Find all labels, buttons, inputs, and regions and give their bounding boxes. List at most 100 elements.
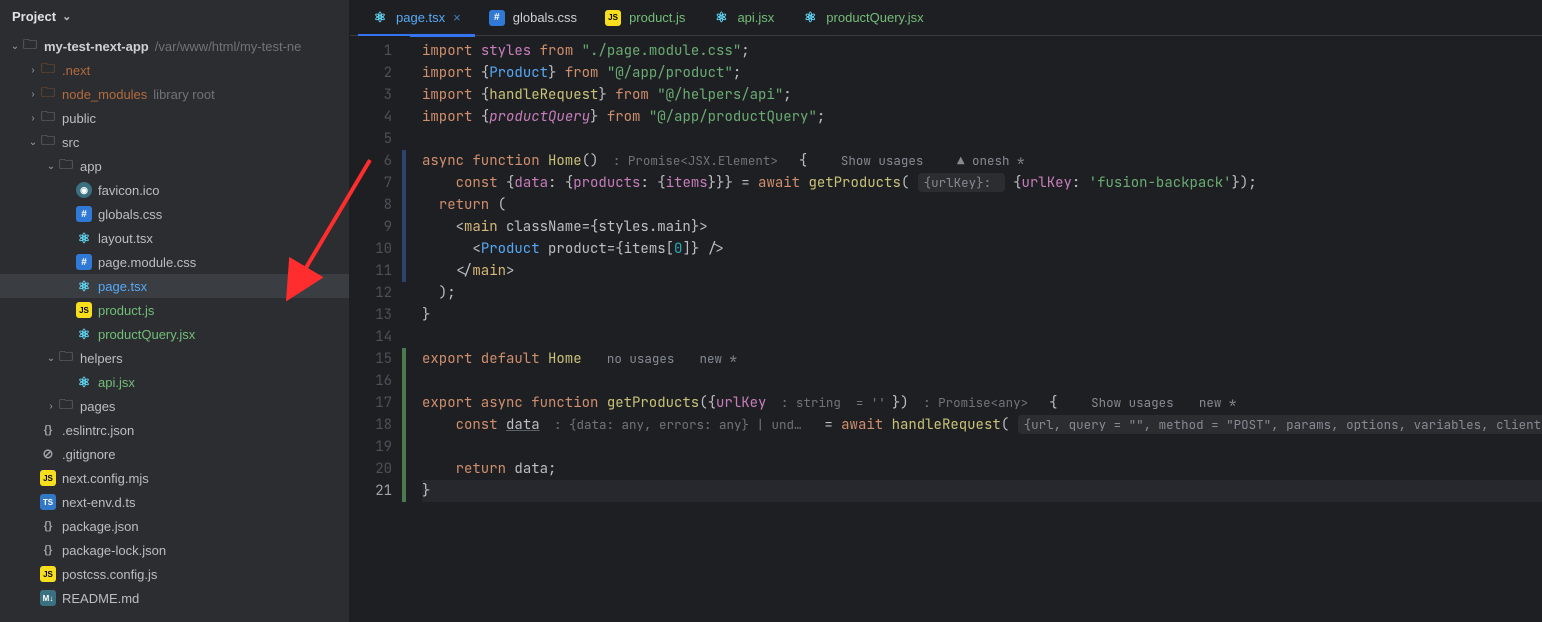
root-path: /var/www/html/my-test-ne <box>155 39 302 54</box>
react-icon <box>76 278 92 294</box>
tree-item-pages[interactable]: pages <box>0 394 349 418</box>
project-panel-header[interactable]: Project ⌄ <box>0 0 349 32</box>
code-line: import {Product} from "@/app/product"; <box>422 62 1542 84</box>
arrow-icon <box>26 89 40 100</box>
tab-label: globals.css <box>513 10 577 25</box>
tree-item-package-json[interactable]: package.json <box>0 514 349 538</box>
tree-item-postcss-config-js[interactable]: postcss.config.js <box>0 562 349 586</box>
folder-ex-icon <box>40 62 56 78</box>
code-line: return ( <box>422 194 1542 216</box>
tab-globals-css[interactable]: globals.css <box>475 0 591 36</box>
file-name: layout.tsx <box>98 231 153 246</box>
tree-item-layout-tsx[interactable]: layout.tsx <box>0 226 349 250</box>
arrow-icon <box>44 161 58 172</box>
tree-item-node_modules[interactable]: node_moduleslibrary root <box>0 82 349 106</box>
code-line: const data : {data: any, errors: any} | … <box>422 414 1542 436</box>
tree-item-README-md[interactable]: README.md <box>0 586 349 610</box>
code-line: async function Home() : Promise<JSX.Elem… <box>422 150 1542 172</box>
tree-hint: library root <box>153 87 214 102</box>
tree-item--eslintrc-json[interactable]: .eslintrc.json <box>0 418 349 442</box>
line-number: 17 <box>350 392 410 414</box>
tree-item-page-tsx[interactable]: page.tsx <box>0 274 349 298</box>
js-icon <box>40 566 56 582</box>
tree-item-next-config-mjs[interactable]: next.config.mjs <box>0 466 349 490</box>
line-number: 16 <box>350 370 410 392</box>
file-tree: my-test-next-app/var/www/html/my-test-ne… <box>0 32 349 622</box>
md-icon <box>40 590 56 606</box>
tree-item-helpers[interactable]: helpers <box>0 346 349 370</box>
file-name: page.tsx <box>98 279 147 294</box>
file-name: .next <box>62 63 90 78</box>
code[interactable]: import styles from "./page.module.css";i… <box>410 36 1542 622</box>
code-line: import {handleRequest} from "@/helpers/a… <box>422 84 1542 106</box>
folder-icon <box>58 398 74 414</box>
code-line: ); <box>422 282 1542 304</box>
file-name: favicon.ico <box>98 183 159 198</box>
chevron-down-icon: ⌄ <box>62 10 71 23</box>
tab-label: api.jsx <box>737 10 774 25</box>
project-panel-title: Project <box>12 9 56 24</box>
code-line <box>422 326 1542 348</box>
line-number: 15 <box>350 348 410 370</box>
json-icon <box>40 518 56 534</box>
tab-label: product.js <box>629 10 685 25</box>
tree-item-product-js[interactable]: product.js <box>0 298 349 322</box>
line-number: 9 <box>350 216 410 238</box>
ico-icon <box>76 182 92 198</box>
code-line <box>422 436 1542 458</box>
tree-item-globals-css[interactable]: globals.css <box>0 202 349 226</box>
react-icon <box>76 230 92 246</box>
tree-item--next[interactable]: .next <box>0 58 349 82</box>
arrow-icon <box>26 113 40 124</box>
arrow-icon <box>44 401 58 412</box>
tree-item-app[interactable]: app <box>0 154 349 178</box>
tree-item-page-module-css[interactable]: page.module.css <box>0 250 349 274</box>
close-icon[interactable]: × <box>453 10 461 25</box>
tab-product-js[interactable]: product.js <box>591 0 699 36</box>
arrow-icon <box>26 65 40 76</box>
line-number: 7 <box>350 172 410 194</box>
file-name: .eslintrc.json <box>62 423 134 438</box>
tree-item-public[interactable]: public <box>0 106 349 130</box>
react-icon <box>802 10 818 26</box>
js-icon <box>76 302 92 318</box>
tree-item-productQuery-jsx[interactable]: productQuery.jsx <box>0 322 349 346</box>
line-number: 8 <box>350 194 410 216</box>
file-name: postcss.config.js <box>62 567 157 582</box>
file-name: globals.css <box>98 207 162 222</box>
tab-api-jsx[interactable]: api.jsx <box>699 0 788 36</box>
css-icon <box>76 206 92 222</box>
folder-icon <box>58 350 74 366</box>
tab-productQuery-jsx[interactable]: productQuery.jsx <box>788 0 937 36</box>
js-icon <box>40 470 56 486</box>
json-icon <box>40 542 56 558</box>
gutter: 123456789101112131415161718192021 <box>350 36 410 622</box>
tab-page-tsx[interactable]: page.tsx× <box>358 0 475 36</box>
file-name: package.json <box>62 519 139 534</box>
code-line: export async function getProducts({urlKe… <box>422 392 1542 414</box>
line-number: 14 <box>350 326 410 348</box>
tree-item--gitignore[interactable]: .gitignore <box>0 442 349 466</box>
tree-item-package-lock-json[interactable]: package-lock.json <box>0 538 349 562</box>
tree-item-next-env-d-ts[interactable]: next-env.d.ts <box>0 490 349 514</box>
line-number: 1 <box>350 40 410 62</box>
project-sidebar: Project ⌄ my-test-next-app/var/www/html/… <box>0 0 350 622</box>
ban-icon <box>40 446 56 462</box>
folder-icon <box>40 110 56 126</box>
tree-item-api-jsx[interactable]: api.jsx <box>0 370 349 394</box>
file-name: productQuery.jsx <box>98 327 195 342</box>
tree-root[interactable]: my-test-next-app/var/www/html/my-test-ne <box>0 34 349 58</box>
file-name: app <box>80 159 102 174</box>
css-icon <box>76 254 92 270</box>
ts-icon <box>40 494 56 510</box>
react-icon <box>372 10 388 26</box>
arrow-icon <box>8 41 22 52</box>
code-line: } <box>422 480 1542 502</box>
tree-item-favicon-ico[interactable]: favicon.ico <box>0 178 349 202</box>
file-name: README.md <box>62 591 139 606</box>
tree-item-src[interactable]: src <box>0 130 349 154</box>
file-name: page.module.css <box>98 255 196 270</box>
json-icon <box>40 422 56 438</box>
line-number: 21 <box>350 480 410 502</box>
arrow-icon <box>26 137 40 148</box>
